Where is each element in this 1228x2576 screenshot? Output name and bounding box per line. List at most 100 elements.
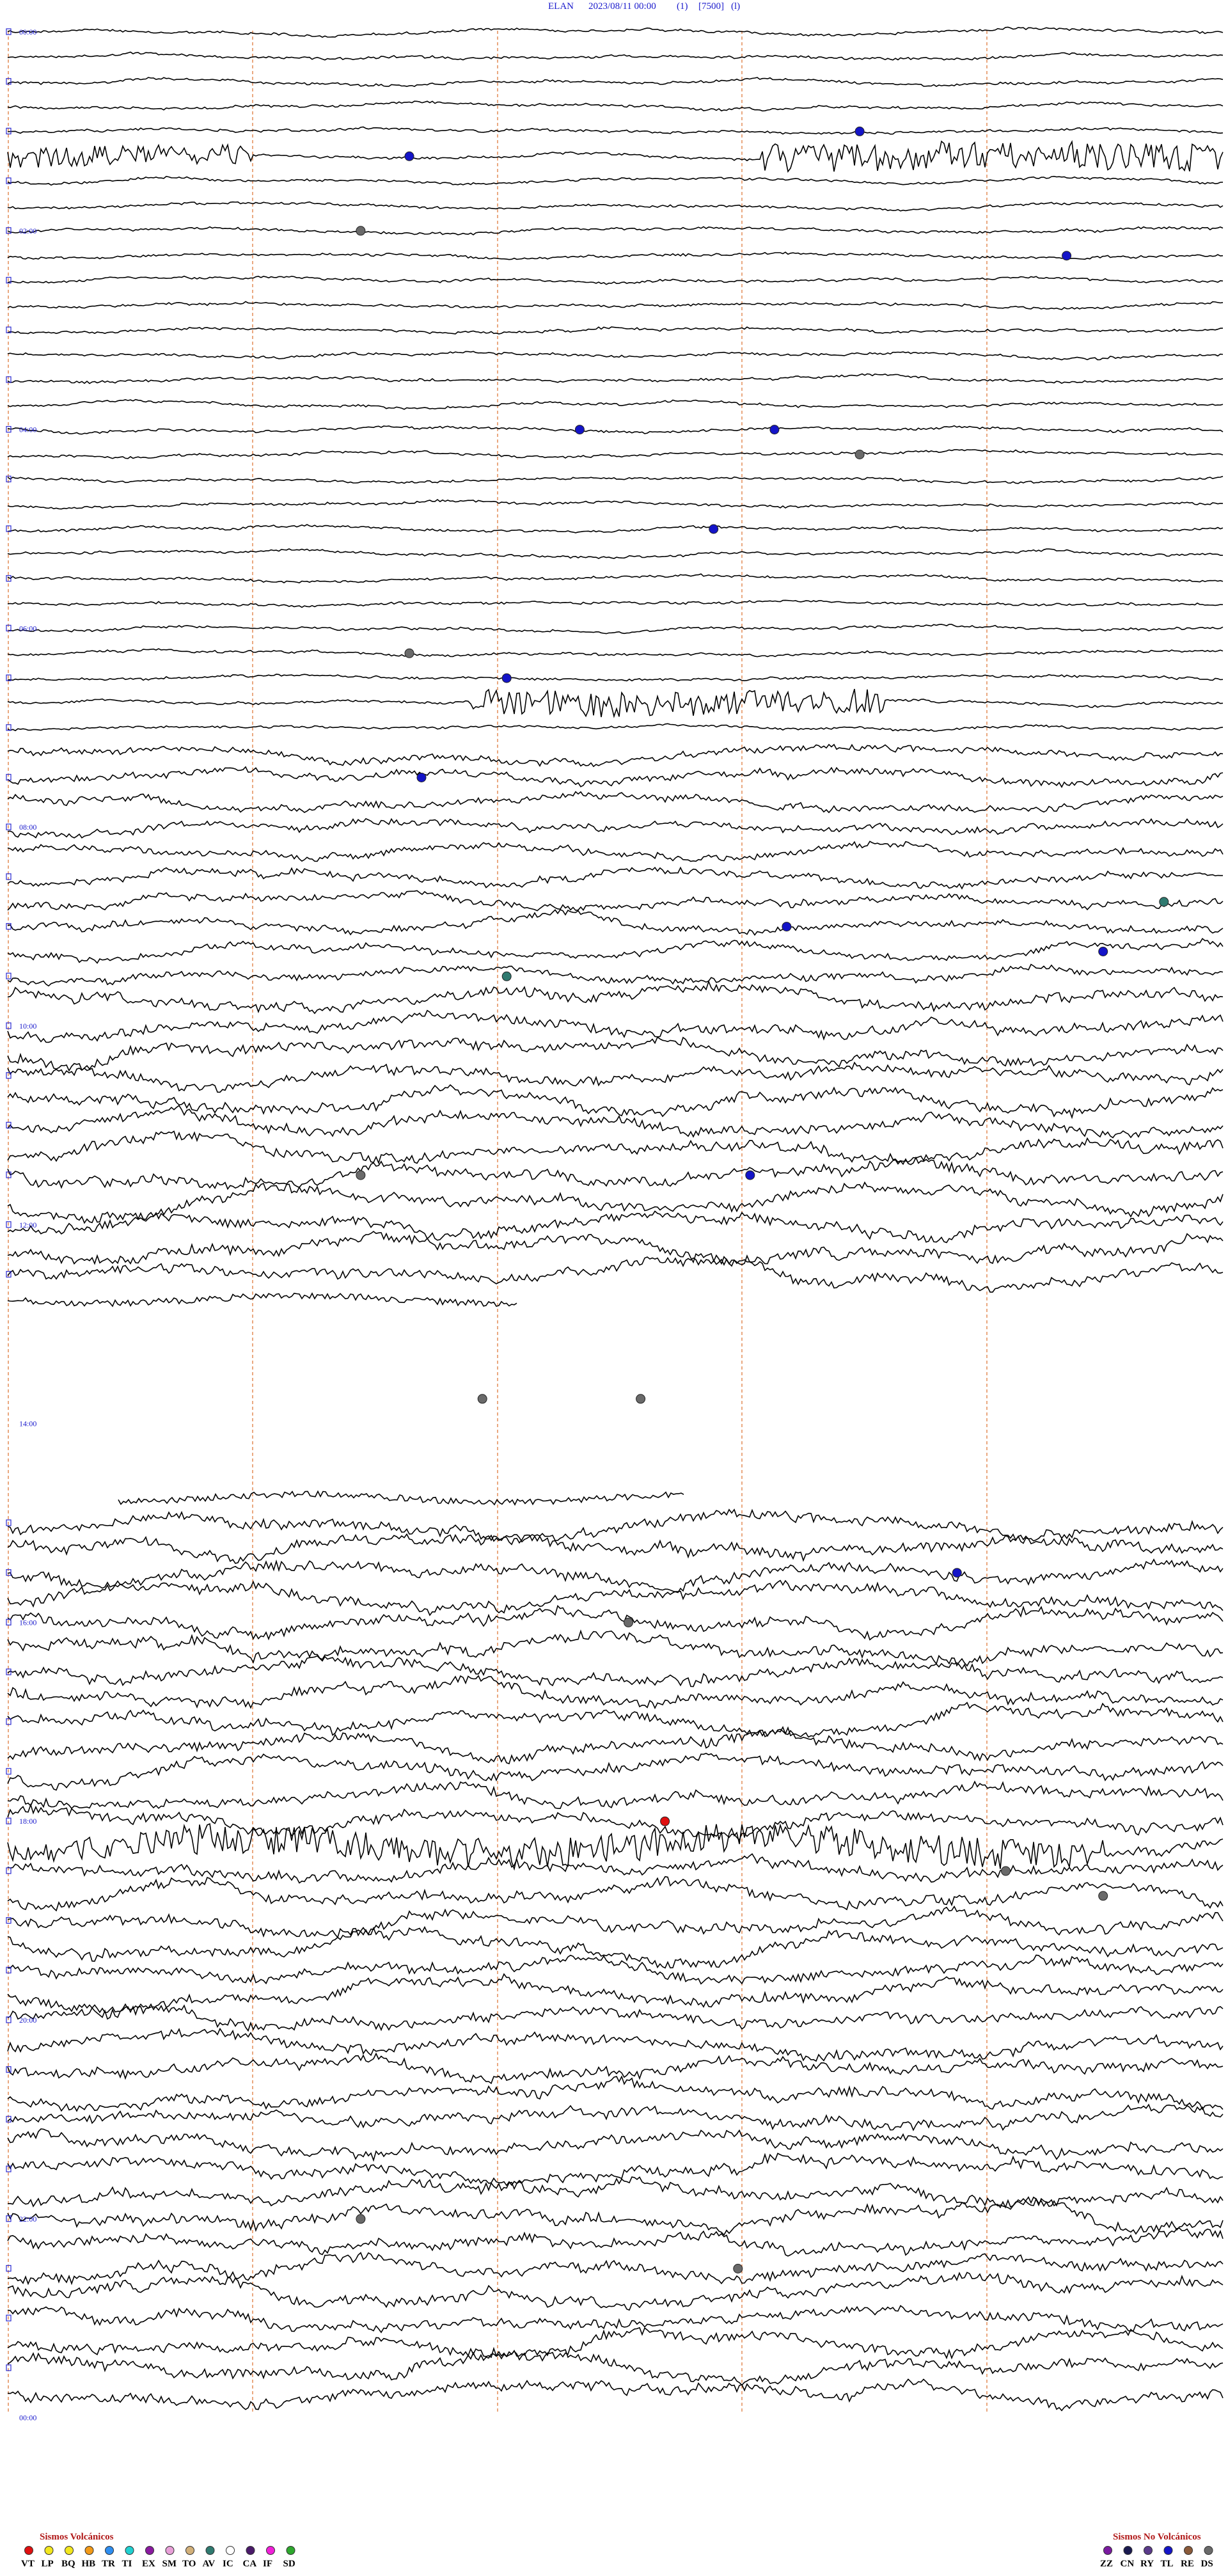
legend-volcanic-swatch-if bbox=[266, 2546, 275, 2555]
event-marker-tl[interactable] bbox=[1062, 251, 1072, 261]
event-marker-ds[interactable] bbox=[733, 2264, 743, 2273]
event-marker-ds[interactable] bbox=[1001, 1866, 1011, 1876]
trace-line-31 bbox=[7, 791, 1224, 814]
event-marker-ds[interactable] bbox=[356, 2214, 366, 2224]
trace-line-48 bbox=[7, 1210, 1224, 1244]
trace-line-46 bbox=[7, 1156, 1224, 1190]
event-marker-ds[interactable] bbox=[854, 450, 865, 459]
event-marker-tl[interactable] bbox=[416, 773, 427, 782]
trace-line-38 bbox=[7, 963, 1224, 987]
event-marker-tl[interactable] bbox=[501, 673, 512, 683]
event-marker-tl[interactable] bbox=[574, 425, 585, 435]
seismic-traces bbox=[7, 26, 1224, 2412]
legend-volcanic-swatch-hb bbox=[84, 2546, 94, 2555]
hour-label: 00:00 bbox=[19, 2414, 36, 2422]
hour-label: 20:00 bbox=[19, 2016, 36, 2025]
trace-line-29 bbox=[7, 743, 1224, 768]
legend-volcanic-swatch-tr bbox=[105, 2546, 114, 2555]
trace-line-65 bbox=[7, 1629, 1224, 1667]
trace-line-78 bbox=[8, 1954, 1224, 1985]
legend-volcanic-code-ti: TI bbox=[122, 2559, 132, 2569]
event-marker-tl[interactable] bbox=[769, 425, 780, 435]
legend-volcanic-swatch-sd bbox=[286, 2546, 295, 2555]
legend-non-volcanic-title: Sismos No Volcánicos bbox=[1113, 2532, 1201, 2542]
trace-line-7 bbox=[7, 201, 1224, 212]
trace-line-36 bbox=[7, 909, 1224, 936]
title-bar: ELAN 2023/08/11 00:00 (1) [7500] (l) bbox=[548, 1, 740, 12]
hour-label: 00:00 bbox=[19, 28, 36, 36]
trace-line-11 bbox=[7, 301, 1224, 310]
trace-partial-59 bbox=[118, 1490, 684, 1506]
trace-line-83 bbox=[7, 2075, 1224, 2112]
hour-label: 14:00 bbox=[19, 1419, 36, 1428]
legend-volcanic-swatch-ca bbox=[246, 2546, 255, 2555]
event-marker-ds[interactable] bbox=[356, 1170, 366, 1180]
legend-non-volcanic-code-zz: ZZ bbox=[1100, 2559, 1113, 2569]
legend-non-volcanic-swatch-ds bbox=[1204, 2546, 1213, 2555]
trace-line-67 bbox=[7, 1675, 1224, 1710]
event-marker-av[interactable] bbox=[1159, 897, 1169, 907]
event-marker-av[interactable] bbox=[501, 971, 512, 981]
trace-line-40 bbox=[7, 1009, 1224, 1043]
trace-line-71 bbox=[7, 1780, 1224, 1810]
legend-non-volcanic-swatch-tl bbox=[1163, 2546, 1173, 2555]
trace-line-74 bbox=[7, 1853, 1224, 1884]
legend-volcanic-code-vt: VT bbox=[21, 2559, 35, 2569]
trace-line-30 bbox=[7, 766, 1224, 788]
event-marker-tl[interactable] bbox=[952, 1568, 962, 1578]
trace-line-9 bbox=[7, 251, 1224, 260]
legend-volcanic-code-sm: SM bbox=[162, 2559, 177, 2569]
legend-non-volcanic-swatch-zz bbox=[1103, 2546, 1112, 2555]
event-marker-ds[interactable] bbox=[636, 1394, 646, 1404]
trace-line-60 bbox=[7, 1508, 1224, 1543]
trace-line-77 bbox=[7, 1925, 1224, 1969]
legend-non-volcanic-code-ry: RY bbox=[1140, 2559, 1154, 2569]
trace-line-18 bbox=[7, 475, 1224, 484]
hour-label: 08:00 bbox=[19, 823, 36, 832]
event-marker-tl[interactable] bbox=[404, 151, 414, 161]
event-marker-ds[interactable] bbox=[1098, 1891, 1108, 1901]
legend-volcanic-code-to: TO bbox=[182, 2559, 196, 2569]
trace-line-45 bbox=[7, 1130, 1224, 1165]
trace-line-70 bbox=[7, 1753, 1224, 1791]
legend-volcanic-swatch-bq bbox=[65, 2546, 74, 2555]
event-marker-tl[interactable] bbox=[709, 524, 719, 534]
trace-line-28 bbox=[7, 723, 1224, 732]
trace-line-27 bbox=[7, 688, 1224, 718]
event-marker-ds[interactable] bbox=[624, 1617, 633, 1627]
trace-line-80 bbox=[7, 2004, 1224, 2032]
event-marker-tl[interactable] bbox=[745, 1170, 755, 1180]
hour-label: 02:00 bbox=[19, 226, 36, 235]
trace-line-49 bbox=[7, 1231, 1224, 1265]
trace-line-43 bbox=[7, 1084, 1224, 1119]
legend-volcanic-swatch-ti bbox=[125, 2546, 134, 2555]
trace-line-25 bbox=[7, 648, 1224, 658]
legend-volcanic-code-if: IF bbox=[263, 2559, 272, 2569]
legend-non-volcanic-code-re: RE bbox=[1181, 2559, 1194, 2569]
event-marker-ds[interactable] bbox=[356, 226, 366, 236]
trace-line-87 bbox=[7, 2176, 1224, 2210]
legend-volcanic-code-sd: SD bbox=[283, 2559, 295, 2569]
trace-line-88 bbox=[7, 2196, 1224, 2236]
legend-volcanic-swatch-lp bbox=[44, 2546, 54, 2555]
station-code: ELAN bbox=[548, 1, 574, 12]
trace-line-4 bbox=[7, 126, 1224, 135]
trace-line-76 bbox=[7, 1905, 1224, 1939]
event-marker-ds[interactable] bbox=[404, 648, 414, 658]
event-marker-tl[interactable] bbox=[854, 126, 865, 136]
trace-line-13 bbox=[7, 351, 1224, 361]
legend-volcanic-swatch-sm bbox=[165, 2546, 175, 2555]
legend-volcanic-code-ex: EX bbox=[142, 2559, 155, 2569]
trace-line-16 bbox=[7, 425, 1224, 435]
event-marker-tl[interactable] bbox=[1098, 947, 1108, 956]
trace-line-37 bbox=[7, 938, 1224, 964]
event-marker-vt[interactable] bbox=[660, 1816, 670, 1826]
hour-label: 10:00 bbox=[19, 1022, 36, 1031]
trace-line-93 bbox=[7, 2327, 1224, 2362]
legend-non-volcanic-swatch-ry bbox=[1144, 2546, 1153, 2555]
event-marker-ds[interactable] bbox=[477, 1394, 487, 1404]
trace-line-1 bbox=[7, 51, 1224, 61]
trace-line-21 bbox=[7, 548, 1224, 559]
trace-line-12 bbox=[7, 326, 1224, 335]
event-marker-tl[interactable] bbox=[782, 922, 792, 932]
